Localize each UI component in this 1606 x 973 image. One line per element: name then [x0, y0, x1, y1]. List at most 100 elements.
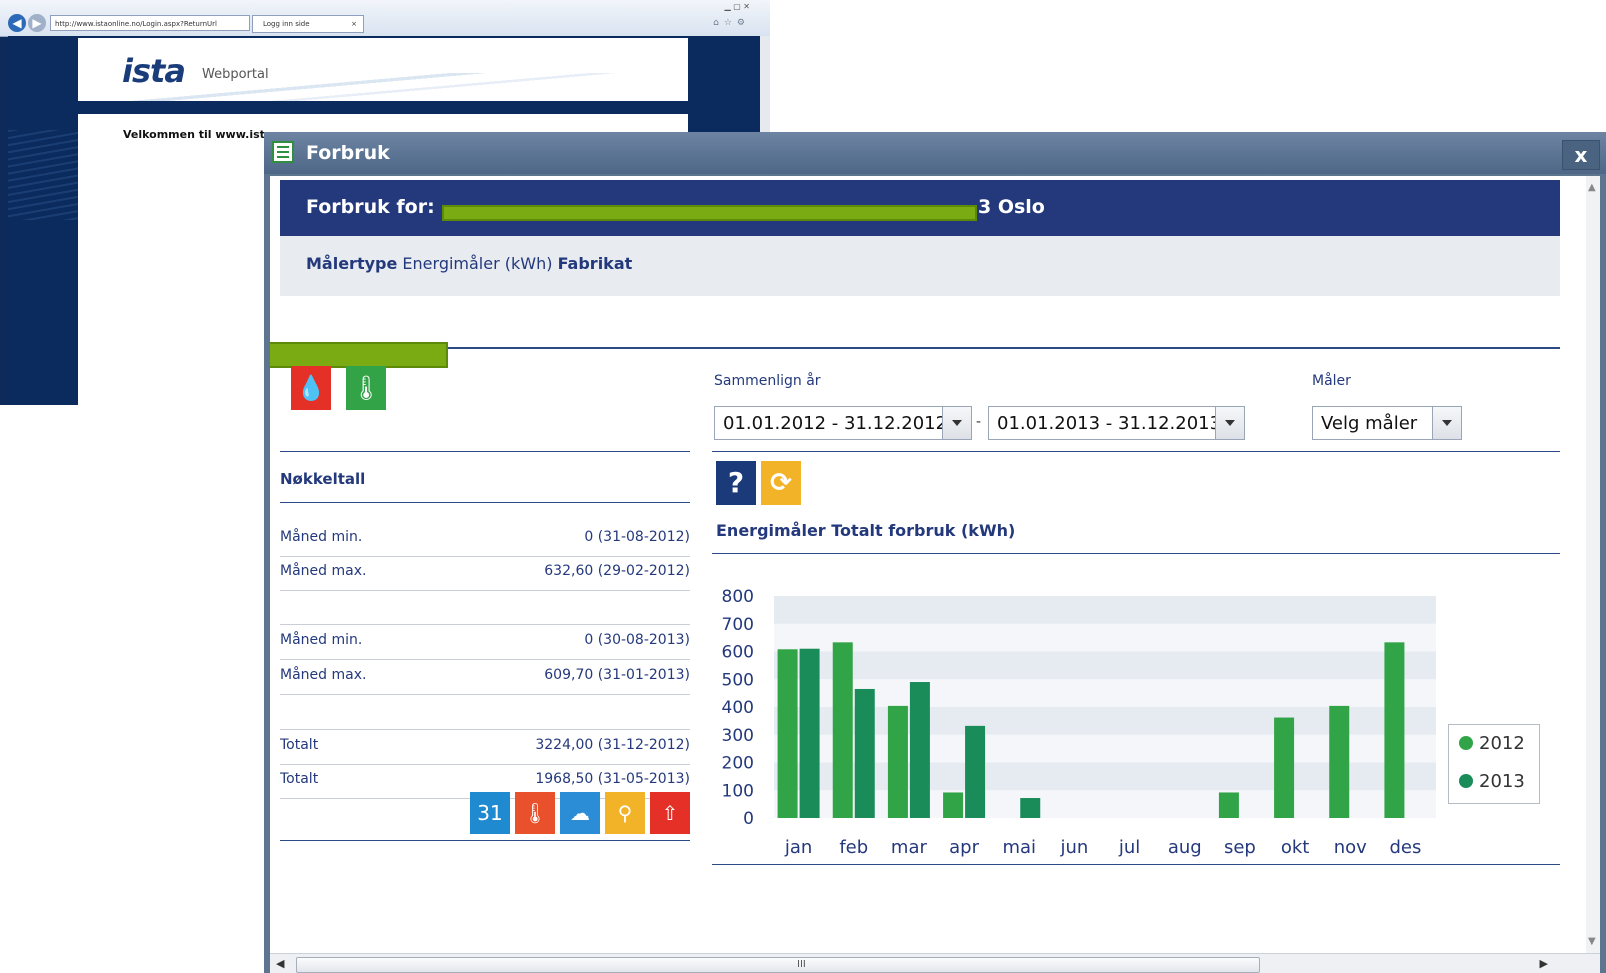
window-controls[interactable]: ▁ ▢ ✕ — [725, 2, 751, 11]
welcome-text: Velkommen til www.ist — [123, 128, 265, 141]
chevron-down-icon[interactable] — [1432, 407, 1461, 439]
window-titlebar[interactable]: Forbruk x — [264, 132, 1606, 174]
home-icon[interactable]: ⌂☆⚙ — [713, 18, 750, 28]
meter-type-value: Energimåler (kWh) — [402, 254, 553, 273]
x-tick-label: aug — [1168, 837, 1202, 858]
keyfigure-row: Måned max. 632,60 (29-02-2012) — [280, 556, 690, 591]
bar-2012-feb — [832, 642, 853, 818]
redaction-bar — [442, 205, 977, 221]
bar-2012-sep — [1218, 792, 1239, 818]
keyfigure-label: Måned min. — [280, 632, 363, 648]
keyfigure-value: 3224,00 (31-12-2012) — [535, 737, 690, 753]
chart-band — [774, 651, 1436, 680]
scroll-thumb[interactable]: III — [296, 957, 1260, 973]
scroll-left-icon[interactable]: ◀ — [276, 957, 284, 970]
bar-2012-mar — [887, 705, 908, 818]
y-tick-label: 200 — [722, 754, 754, 774]
keyfigure-row — [280, 695, 690, 730]
legend-label-2013: 2013 — [1479, 771, 1525, 792]
close-button[interactable]: x — [1562, 140, 1600, 170]
keyfigure-value: 0 (31-08-2012) — [584, 529, 690, 545]
chart-legend: 2012 2013 — [1448, 724, 1540, 804]
chart-title: Energimåler Totalt forbruk (kWh) — [716, 521, 1016, 540]
address-bar[interactable]: http://www.istaonline.no/Login.aspx?Retu… — [50, 15, 250, 31]
chart-title-rule — [712, 553, 1560, 554]
legend-item-2013: 2013 — [1459, 771, 1525, 792]
scroll-grip: III — [797, 959, 806, 970]
thermometer-icon[interactable]: 🌡 — [515, 792, 555, 834]
meter-type-label: Målertype — [306, 254, 398, 273]
window-title: Forbruk — [306, 142, 390, 164]
browser-tab[interactable]: Logg inn side × — [252, 15, 364, 33]
legend-dot-2013 — [1459, 774, 1473, 788]
controls-rule — [712, 451, 1560, 452]
chevron-down-icon[interactable] — [942, 407, 971, 439]
decorative-stripes — [8, 130, 78, 220]
keyfigure-label: Måned max. — [280, 667, 367, 683]
keyfigures-title: Nøkkeltall — [280, 470, 366, 488]
water-icon[interactable]: 💧 — [291, 366, 331, 410]
scroll-right-icon[interactable]: ▶ — [1540, 957, 1548, 970]
range2-value: 01.01.2013 - 31.12.2013 — [997, 413, 1222, 434]
bar-2012-apr — [943, 792, 964, 818]
x-tick-label: feb — [839, 837, 868, 858]
consumption-banner: Forbruk for: 3 Oslo — [280, 180, 1560, 236]
legend-label-2012: 2012 — [1479, 733, 1525, 754]
y-tick-label: 300 — [722, 726, 754, 746]
bar-2012-nov — [1329, 705, 1350, 818]
forward-icon[interactable]: ▶ — [28, 14, 46, 32]
chevron-down-icon[interactable] — [1215, 407, 1244, 439]
legend-item-2012: 2012 — [1459, 733, 1525, 754]
bar-2013-jan — [799, 648, 820, 818]
refresh-icon[interactable]: ⟳ — [761, 461, 801, 505]
weather-icon[interactable]: ☁ — [560, 792, 600, 834]
bar-2013-mar — [909, 682, 930, 818]
scroll-down-icon[interactable]: ▼ — [1588, 936, 1596, 947]
bar-2012-des — [1384, 642, 1405, 818]
export-icon[interactable]: ⇧ — [650, 792, 690, 834]
forbruk-window: Forbruk x Forbruk for: 3 Oslo Målertype … — [264, 132, 1606, 973]
chart-band — [774, 623, 1436, 652]
keyfigure-label: Totalt — [280, 771, 319, 787]
banner-prefix: Forbruk for: — [306, 196, 435, 218]
back-icon[interactable]: ◀ — [8, 14, 26, 32]
x-tick-label: des — [1389, 837, 1421, 858]
bar-2013-feb — [854, 688, 875, 818]
banner-suffix: 3 Oslo — [978, 196, 1045, 218]
icons-bottom-rule — [280, 840, 690, 841]
keyfigure-row: Totalt 3224,00 (31-12-2012) — [280, 730, 690, 765]
search-icon[interactable]: ⚲ — [605, 792, 645, 834]
chart-band — [774, 596, 1436, 624]
range-separator: - — [976, 414, 982, 430]
keyfigure-row: Måned max. 609,70 (31-01-2013) — [280, 660, 690, 695]
horizontal-scrollbar[interactable]: ◀ III ▶ — [270, 953, 1600, 973]
range1-value: 01.01.2012 - 31.12.2012 — [723, 413, 948, 434]
meter-info-bar: Målertype Energimåler (kWh) Fabrikat — [280, 236, 1560, 296]
portal-header: ista Webportal — [78, 38, 688, 101]
x-tick-label: nov — [1334, 837, 1367, 858]
logo-subtitle: Webportal — [202, 67, 269, 82]
keyfigure-label: Totalt — [280, 737, 319, 753]
meter-select[interactable]: Velg måler — [1312, 406, 1462, 440]
range1-select[interactable]: 01.01.2012 - 31.12.2012 — [714, 406, 972, 440]
ista-logo: ista — [122, 52, 186, 90]
tab-close-icon[interactable]: × — [351, 16, 357, 32]
heat-meter-icon[interactable]: 🌡 — [346, 366, 386, 410]
y-tick-label: 800 — [722, 587, 754, 607]
keyfigures-header-rule — [280, 502, 690, 503]
range2-select[interactable]: 01.01.2013 - 31.12.2013 — [988, 406, 1245, 440]
keyfigure-label: Måned max. — [280, 563, 367, 579]
meter-select-value: Velg måler — [1321, 413, 1418, 434]
scroll-up-icon[interactable]: ▲ — [1588, 182, 1596, 193]
keyfigure-value: 632,60 (29-02-2012) — [544, 563, 690, 579]
keyfigure-value: 1968,50 (31-05-2013) — [535, 771, 690, 787]
meter-label: Måler — [1312, 373, 1351, 389]
keyfigure-row: Måned min. 0 (30-08-2013) — [280, 625, 690, 660]
window-list-icon — [272, 141, 294, 163]
calendar-icon[interactable]: 31 — [470, 792, 510, 834]
tab-title: Logg inn side — [263, 20, 310, 28]
vertical-scrollbar[interactable]: ▲ ▼ — [1586, 176, 1600, 953]
x-tick-label: mai — [1002, 837, 1036, 858]
keyfigures-top-rule — [280, 451, 690, 452]
help-icon[interactable]: ? — [716, 461, 756, 505]
